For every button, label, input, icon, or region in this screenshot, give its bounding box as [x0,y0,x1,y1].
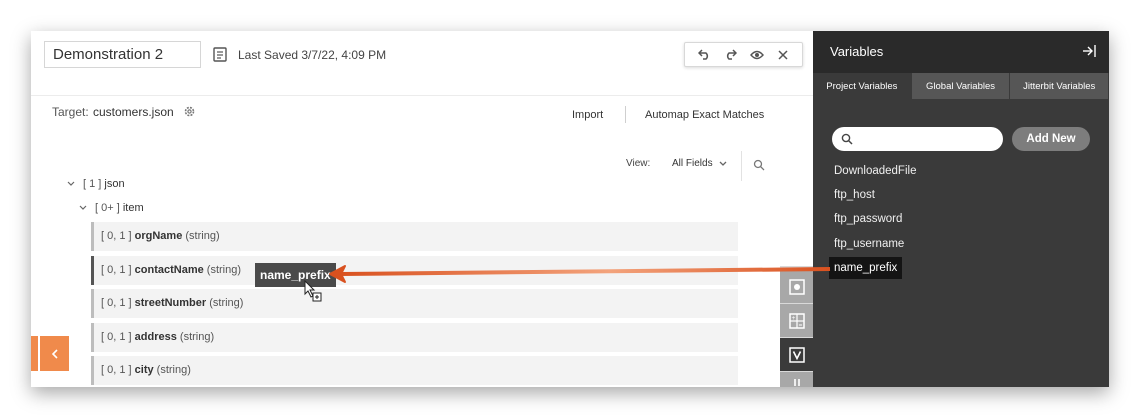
field-cardinality: [ 0, 1 ] [101,264,132,276]
tab-jitterbit-variables[interactable]: Jitterbit Variables [1010,73,1109,99]
collapse-tab-edge [31,336,38,371]
last-saved-text: Last Saved 3/7/22, 4:09 PM [238,48,387,62]
tree-node-item[interactable]: [ 0+ ] item [79,202,144,214]
source-objects-button[interactable] [780,270,813,303]
field-cardinality: [ 0, 1 ] [101,364,132,376]
panel-header: Variables [813,31,1109,73]
field-type: (string) [209,297,244,309]
redo-button[interactable] [722,47,738,63]
header-divider [31,95,813,96]
field-row-address[interactable]: [ 0, 1 ] address (string) [91,323,738,352]
target-file-name: customers.json [93,105,174,119]
drag-cursor-icon [304,280,322,302]
collapse-source-button[interactable] [40,336,69,371]
chevron-down-icon[interactable] [79,204,87,212]
field-type: (string) [156,364,191,376]
chevron-down-icon [719,161,727,166]
functions-button[interactable]: + = [780,304,813,337]
view-separator [741,151,742,181]
field-row-streetnumber[interactable]: [ 0, 1 ] streetNumber (string) [91,289,738,318]
field-cardinality: [ 0, 1 ] [101,297,132,309]
chevron-left-icon [51,348,58,359]
variable-item-selected[interactable]: name_prefix [829,257,903,279]
operation-name-input[interactable]: Demonstration 2 [44,41,201,68]
svg-text:=: = [798,322,802,328]
add-new-button[interactable]: Add New [1012,127,1090,151]
drag-token: name_prefix [255,263,336,287]
field-name: streetNumber [134,297,207,309]
close-button[interactable] [775,47,791,63]
notes-icon[interactable] [213,47,227,62]
plug-icon [793,378,800,386]
mapping-editor-window: Demonstration 2 Last Saved 3/7/22, 4:09 … [31,31,1109,387]
undo-icon [697,49,708,60]
eye-icon [749,50,764,59]
redo-icon [726,49,737,60]
view-selected-value: All Fields [672,158,713,169]
search-icon[interactable] [753,159,765,171]
variable-item[interactable]: ftp_username [834,238,904,250]
node-cardinality: [ 1 ] [83,178,102,190]
field-name: contactName [134,264,204,276]
node-name: json [104,178,125,190]
undo-button[interactable] [696,47,712,63]
target-icon [788,278,805,295]
variable-search-input[interactable] [858,130,996,148]
panel-title: Variables [830,44,884,59]
view-label: View: [626,158,651,169]
collapse-panel-icon[interactable] [1082,44,1097,58]
variable-item[interactable]: ftp_host [834,189,875,201]
field-name: orgName [134,230,183,242]
view-select[interactable]: All Fields [672,158,727,169]
field-row-orgname[interactable]: [ 0, 1 ] orgName (string) [91,222,738,251]
variable-item[interactable]: DownloadedFile [834,165,916,177]
tab-project-variables[interactable]: Project Variables [813,73,912,99]
field-type: (string) [179,331,215,343]
preview-button[interactable] [749,47,765,63]
field-type: (string) [185,230,220,242]
field-name: city [134,364,154,376]
automap-button[interactable]: Automap Exact Matches [645,109,764,121]
calculator-icon: + = [788,312,805,329]
search-icon [841,133,853,145]
variable-item[interactable]: ftp_password [834,213,902,225]
node-cardinality: [ 0+ ] [95,202,120,214]
variable-search[interactable] [832,127,1003,151]
field-cardinality: [ 0, 1 ] [101,331,132,343]
import-button[interactable]: Import [572,109,603,121]
field-row-city[interactable]: [ 0, 1 ] city (string) [91,356,738,385]
variables-button[interactable] [780,338,813,371]
node-name: item [122,202,144,214]
field-name: address [134,331,177,343]
editor-toolbar [684,42,803,67]
tab-global-variables[interactable]: Global Variables [912,73,1011,99]
plugins-button[interactable] [780,372,813,387]
svg-text:+: + [791,315,795,321]
mapping-canvas: Demonstration 2 Last Saved 3/7/22, 4:09 … [31,31,813,387]
variable-tabs: Project Variables Global Variables Jitte… [813,73,1109,99]
target-label: Target: [52,105,89,119]
variable-icon [788,346,805,363]
gear-icon[interactable] [183,105,196,118]
close-icon [778,49,788,60]
field-cardinality: [ 0, 1 ] [101,230,132,242]
variables-panel: Variables Project Variables Global Varia… [813,31,1109,387]
field-type: (string) [206,264,242,276]
tree-node-json[interactable]: [ 1 ] json [67,178,125,190]
chevron-down-icon[interactable] [67,180,75,188]
field-row-contactname[interactable]: [ 0, 1 ] contactName (string) [91,256,738,285]
toolbar-separator [625,106,626,123]
